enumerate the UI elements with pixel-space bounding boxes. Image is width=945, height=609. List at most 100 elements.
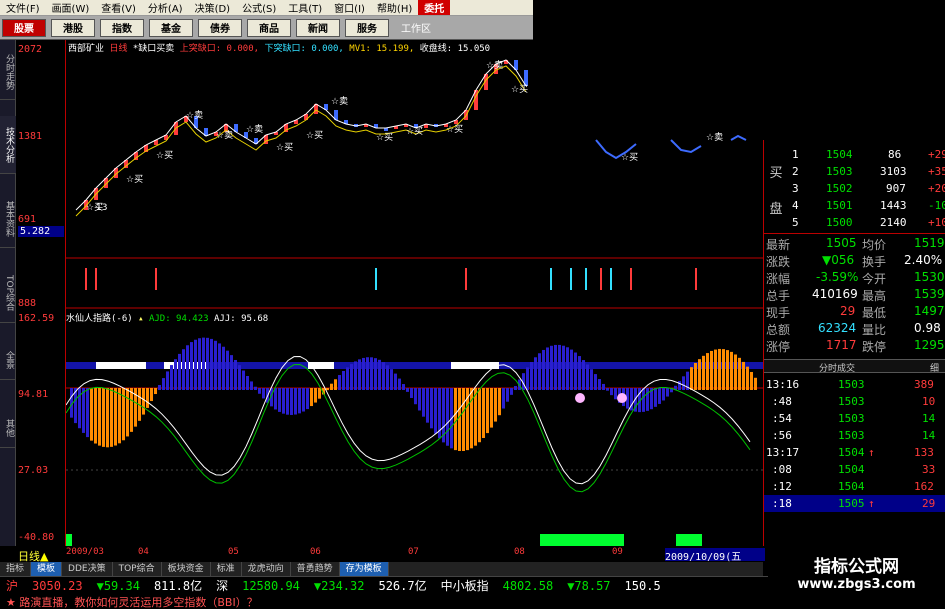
chart-canvas[interactable]: ☆买☆买☆买☆卖☆卖☆卖☆买☆买☆卖☆买☆买 ☆买☆卖☆买☆买☆卖13 — [66, 40, 763, 546]
indicator-bar — [458, 388, 461, 452]
bond-button[interactable]: 债券 — [198, 18, 242, 37]
menu-window[interactable]: 窗口(I) — [328, 0, 371, 15]
quote-label: 均价 — [862, 238, 887, 252]
quote-label: 涨幅 — [766, 272, 791, 286]
tab-top-composite[interactable]: TOP综合 — [113, 562, 162, 576]
buy-signal: ☆买 — [126, 174, 143, 185]
menu-help[interactable]: 帮助(H) — [371, 0, 418, 15]
tick-row: 13:16 1503 389 — [764, 376, 945, 393]
tab-dde[interactable]: DDE决策 — [62, 562, 113, 576]
tick-row: :54 1503 14 — [764, 410, 945, 427]
menu-formula[interactable]: 公式(S) — [236, 0, 282, 15]
indicator-bar — [734, 354, 737, 390]
indicator-bar — [554, 344, 557, 390]
tab-other[interactable]: 其他 — [0, 408, 16, 448]
tab-indicator[interactable]: 指标 — [0, 562, 32, 576]
indicator-bar — [234, 359, 237, 390]
menu-tools[interactable]: 工具(T) — [282, 0, 328, 15]
order-row[interactable]: 4 1501 1443 -10 — [788, 197, 945, 214]
index-button[interactable]: 指数 — [100, 18, 144, 37]
indicator-bar — [578, 356, 581, 390]
tab-dragon-tiger[interactable]: 龙虎动向 — [242, 562, 291, 576]
quote-label: 量比 — [862, 323, 887, 337]
indicator-bar — [358, 359, 361, 390]
bid-change: -10 — [928, 199, 945, 212]
indicator-bar — [726, 350, 729, 390]
tick-row[interactable]: :18 1505 ↑ 29 — [764, 495, 945, 512]
sh-index-label[interactable]: 沪 — [6, 577, 18, 594]
tab-trend[interactable]: 普勇趋势 — [291, 562, 340, 576]
quote-value: 1505 — [826, 236, 857, 250]
tick-time: :08 — [772, 463, 792, 476]
menu-analysis[interactable]: 分析(A) — [142, 0, 189, 15]
down-gap-value: 下突缺口: 0.000, — [264, 44, 344, 54]
buy-signal: ☆买 — [511, 84, 528, 95]
indicator-bar — [386, 365, 389, 390]
sme-index-label[interactable]: 中小板指 — [441, 577, 489, 594]
tab-sector-funds[interactable]: 板块资金 — [162, 562, 211, 576]
quote-row: 涨停 1717 跌停 1295 — [764, 337, 945, 354]
quote-row: 最新 1505 均价 1519 — [764, 235, 945, 252]
menu-decision[interactable]: 决策(D) — [189, 0, 237, 15]
indicator-bar — [402, 384, 405, 390]
commodity-button[interactable]: 商品 — [247, 18, 291, 37]
indicator-bar — [182, 349, 185, 390]
menu-view[interactable]: 查看(V) — [95, 0, 142, 15]
indicator-bar — [534, 357, 537, 390]
fund-button[interactable]: 基金 — [149, 18, 193, 37]
indicator-bar — [462, 388, 465, 452]
tab-technical[interactable]: 技术分析 — [0, 116, 16, 174]
tab-intraday[interactable]: 分时走势 — [0, 44, 16, 100]
tab-panorama[interactable]: 全景 — [0, 340, 16, 380]
indicator-bar — [230, 355, 233, 390]
indicator-title: 水仙人指路(-6) — [66, 314, 133, 324]
news-button[interactable]: 新闻 — [296, 18, 340, 37]
indicator-bar — [166, 371, 169, 390]
bid-change: +20 — [928, 182, 945, 195]
cursor-date: 2009/10/09(五 — [665, 548, 765, 563]
bid-volume: 3103 — [880, 165, 907, 178]
chart-area[interactable]: ☆买 ☆买 ☆买 ☆卖 ☆卖 ☆卖 ☆买 ☆买 ☆卖 ☆买 ☆买 ☆买 ☆卖 ☆买 ☆买 ☆卖 13 西部矿业 … — [66, 40, 763, 546]
indicator-bar — [514, 386, 517, 390]
tab-save-template[interactable]: 存为模板 — [339, 562, 389, 576]
buy-signal: ☆买 — [446, 124, 463, 135]
indicator-bar — [222, 346, 225, 390]
buy-signal: ☆买 — [306, 130, 323, 141]
stock-button[interactable]: 股票 — [2, 18, 46, 37]
menu-screen[interactable]: 画面(W) — [46, 0, 96, 15]
sell-signal: ☆卖 — [486, 60, 503, 71]
level: 5 — [792, 216, 799, 229]
tab-top[interactable]: TOP综合 — [0, 265, 16, 323]
indicator-bar — [502, 388, 505, 409]
indicator-bar — [710, 350, 713, 390]
date-axis: 2009/03 04 05 06 07 08 09 — [0, 546, 763, 560]
tab-template[interactable]: 模板 — [31, 562, 63, 576]
order-row[interactable]: 5 1500 2140 +10 — [788, 214, 945, 231]
indicator-bar — [86, 388, 89, 438]
indicator-tabs: 指标 模板 DDE决策 TOP综合 板块资金 标准 龙虎动向 普勇趋势 存为模板 — [0, 562, 763, 576]
indicator-bar — [190, 342, 193, 390]
tab-fundamentals[interactable]: 基本资料 — [0, 190, 16, 248]
quote-label: 跌停 — [862, 340, 887, 354]
workspace-button[interactable]: 工作区 — [394, 19, 438, 37]
order-row[interactable]: 1 1504 86 +29 — [788, 146, 945, 163]
indicator-bar — [594, 374, 597, 390]
quote-value: 0.98 — [914, 321, 941, 335]
detail-button[interactable]: 细 — [930, 361, 939, 374]
sz-index-label[interactable]: 深 — [216, 577, 228, 594]
service-button[interactable]: 服务 — [345, 18, 389, 37]
dropdown-icon[interactable]: ▴ — [138, 314, 143, 324]
indicator-bar — [366, 357, 369, 390]
indicator-bar — [746, 366, 749, 390]
order-row[interactable]: 3 1502 907 +20 — [788, 180, 945, 197]
indicator-bar — [130, 388, 133, 432]
level: 3 — [792, 182, 799, 195]
quote-row: 现手 29 最低 1497 — [764, 303, 945, 320]
hk-stock-button[interactable]: 港股 — [51, 18, 95, 37]
indicator-bar — [666, 388, 669, 397]
tab-standard[interactable]: 标准 — [211, 562, 242, 576]
indicator-bar — [298, 388, 301, 414]
order-row[interactable]: 2 1503 3103 +35 — [788, 163, 945, 180]
menu-trade[interactable]: 委托 — [418, 0, 451, 15]
menu-file[interactable]: 文件(F) — [0, 0, 46, 15]
